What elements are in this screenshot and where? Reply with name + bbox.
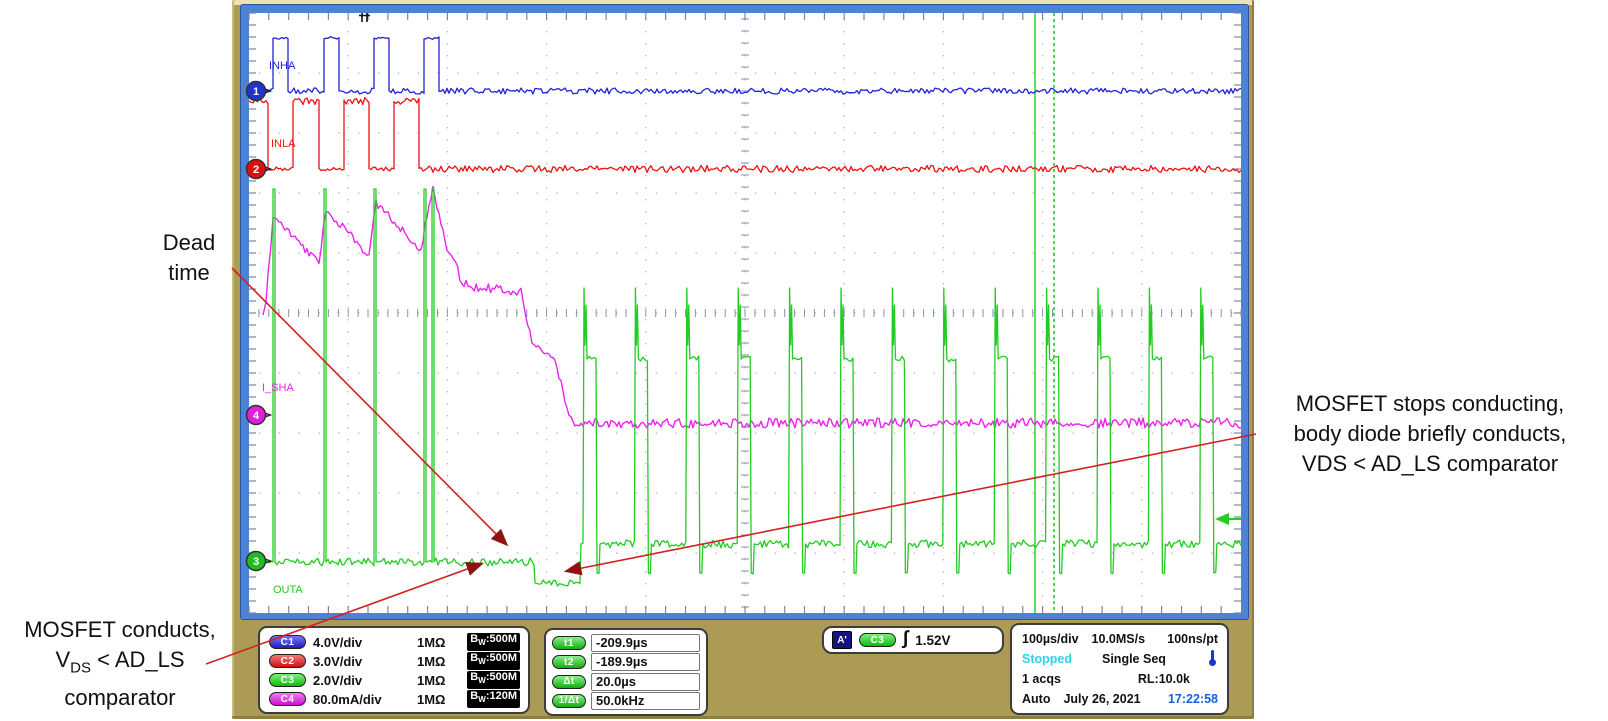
channel-pill-c2[interactable]: C2	[269, 654, 306, 668]
mosfet-stops-annotation: MOSFET stops conducting, body diode brie…	[1293, 391, 1567, 476]
cursor-value-inv-dt: 50.0kHz	[591, 691, 700, 710]
channel-row-c2: C2 3.0V/div 1MΩ BW:500M	[269, 652, 520, 670]
channel-pill-c1[interactable]: C1	[269, 635, 306, 649]
cursor-row-t2: t2 -189.9µs	[552, 653, 700, 672]
sample-resolution: 100ns/pt	[1167, 632, 1218, 646]
channel-scale-c1: 4.0V/div	[313, 634, 363, 650]
cursor-readout-box[interactable]: t1 -209.9µs t2 -189.9µs Δt 20.0µs 1/Δt 5…	[544, 628, 708, 716]
timebase-row-scale: 100µs/div 10.0MS/s 100ns/pt	[1022, 630, 1218, 648]
channel-pill-c3[interactable]: C3	[269, 673, 306, 687]
cursor-pill-inv-dt: 1/Δt	[552, 693, 586, 708]
scope-display[interactable]: 1 2 4 3 INHA INLA I_SHA OUTA	[245, 12, 1242, 614]
trigger-readout-box[interactable]: A' C3 ∫ 1.52V	[822, 626, 1004, 654]
trace-label-inha: INHA	[269, 60, 296, 72]
channel-row-c3: C3 2.0V/div 1MΩ BW:500M	[269, 671, 520, 689]
bandwidth-badge-c2[interactable]: BW:500M	[467, 652, 520, 670]
trigger-mode: Auto	[1022, 692, 1051, 706]
channel-scale-c3: 2.0V/div	[313, 672, 363, 688]
cursor-row-inv-dt: 1/Δt 50.0kHz	[552, 691, 700, 710]
scope-screen-frame: 1 2 4 3 INHA INLA I_SHA OUTA	[240, 4, 1249, 620]
bandwidth-badge-c3[interactable]: BW:500M	[467, 671, 520, 689]
acquisition-status: Stopped	[1022, 652, 1072, 666]
cursor-pill-dt: Δt	[552, 674, 586, 689]
sample-rate: 10.0MS/s	[1091, 632, 1146, 646]
channel-impedance-c1: 1MΩ	[417, 634, 446, 650]
cursor-row-t1: t1 -209.9µs	[552, 634, 700, 652]
record-length: RL:10.0k	[1137, 672, 1190, 686]
rising-slope-icon: ∫	[903, 627, 909, 649]
channel-4-badge[interactable]: 4	[245, 404, 273, 426]
time-label: 17:22:58	[1167, 692, 1218, 706]
channel-2-badge[interactable]: 2	[245, 158, 273, 180]
thermometer-icon	[1207, 649, 1218, 670]
cursor-pill-t1: t1	[552, 636, 586, 650]
svg-text:1: 1	[253, 86, 259, 98]
svg-text:4: 4	[253, 410, 260, 422]
trigger-level: 1.52V	[915, 632, 951, 648]
date-label: July 26, 2021	[1063, 692, 1141, 706]
page-root: 1 2 4 3 INHA INLA I_SHA OUTA C1 4.0V/div 1MΩ BW…	[0, 0, 1608, 721]
channel-row-c1: C1 4.0V/div 1MΩ BW:500M	[269, 633, 520, 651]
trace-label-i_sha: I_SHA	[262, 382, 294, 394]
channel-scale-c4: 80.0mA/div	[313, 691, 382, 707]
cursor-row-dt: Δt 20.0µs	[552, 672, 700, 691]
oscilloscope-bezel: 1 2 4 3 INHA INLA I_SHA OUTA C1 4.0V/div 1MΩ BW…	[232, 0, 1254, 719]
waveform-plot: 1 2 4 3 INHA INLA I_SHA OUTA	[245, 12, 1242, 614]
channel-impedance-c4: 1MΩ	[417, 691, 446, 707]
timebase-row-acqs: 1 acqs RL:10.0k	[1022, 670, 1218, 688]
trigger-source-badge: A'	[832, 631, 852, 649]
channel-pill-c4[interactable]: C4	[269, 692, 306, 706]
bandwidth-badge-c1[interactable]: BW:500M	[467, 633, 520, 651]
trigger-channel-pill: C3	[859, 633, 896, 647]
channel-row-c4: C4 80.0mA/div 1MΩ BW:120M	[269, 690, 520, 708]
timebase-row-datetime: Auto July 26, 2021 17:22:58	[1022, 690, 1218, 708]
dead-time-annotation: Dead time	[162, 230, 216, 285]
cursor-pill-t2: t2	[552, 655, 586, 670]
channel-1-badge[interactable]: 1	[245, 80, 273, 102]
timebase-row-status: Stopped Single Seq	[1022, 649, 1218, 670]
timebase-readout-box[interactable]: 100µs/div 10.0MS/s 100ns/pt Stopped Sing…	[1010, 623, 1229, 715]
svg-text:3: 3	[253, 556, 259, 568]
cursor-value-t1: -209.9µs	[591, 634, 700, 652]
channel-3-badge[interactable]: 3	[245, 550, 273, 572]
mosfet-conducts-annotation: MOSFET conducts, VDS < AD_LS comparator	[24, 617, 216, 711]
cursor-value-dt: 20.0µs	[591, 672, 700, 691]
channel-scale-c2: 3.0V/div	[313, 653, 363, 669]
acquisition-mode: Single Seq	[1102, 652, 1166, 666]
bandwidth-badge-c4[interactable]: BW:120M	[467, 690, 520, 708]
trace-label-inla: INLA	[271, 138, 296, 150]
timebase-scale: 100µs/div	[1022, 632, 1079, 646]
svg-text:2: 2	[253, 164, 259, 176]
channel-impedance-c2: 1MΩ	[417, 653, 446, 669]
trace-label-outa: OUTA	[273, 584, 303, 596]
channel-readout-box[interactable]: C1 4.0V/div 1MΩ BW:500M C2 3.0V/div 1MΩ …	[258, 626, 530, 714]
channel-impedance-c3: 1MΩ	[417, 672, 446, 688]
cursor-value-t2: -189.9µs	[591, 653, 700, 672]
acquisition-count: 1 acqs	[1022, 672, 1061, 686]
